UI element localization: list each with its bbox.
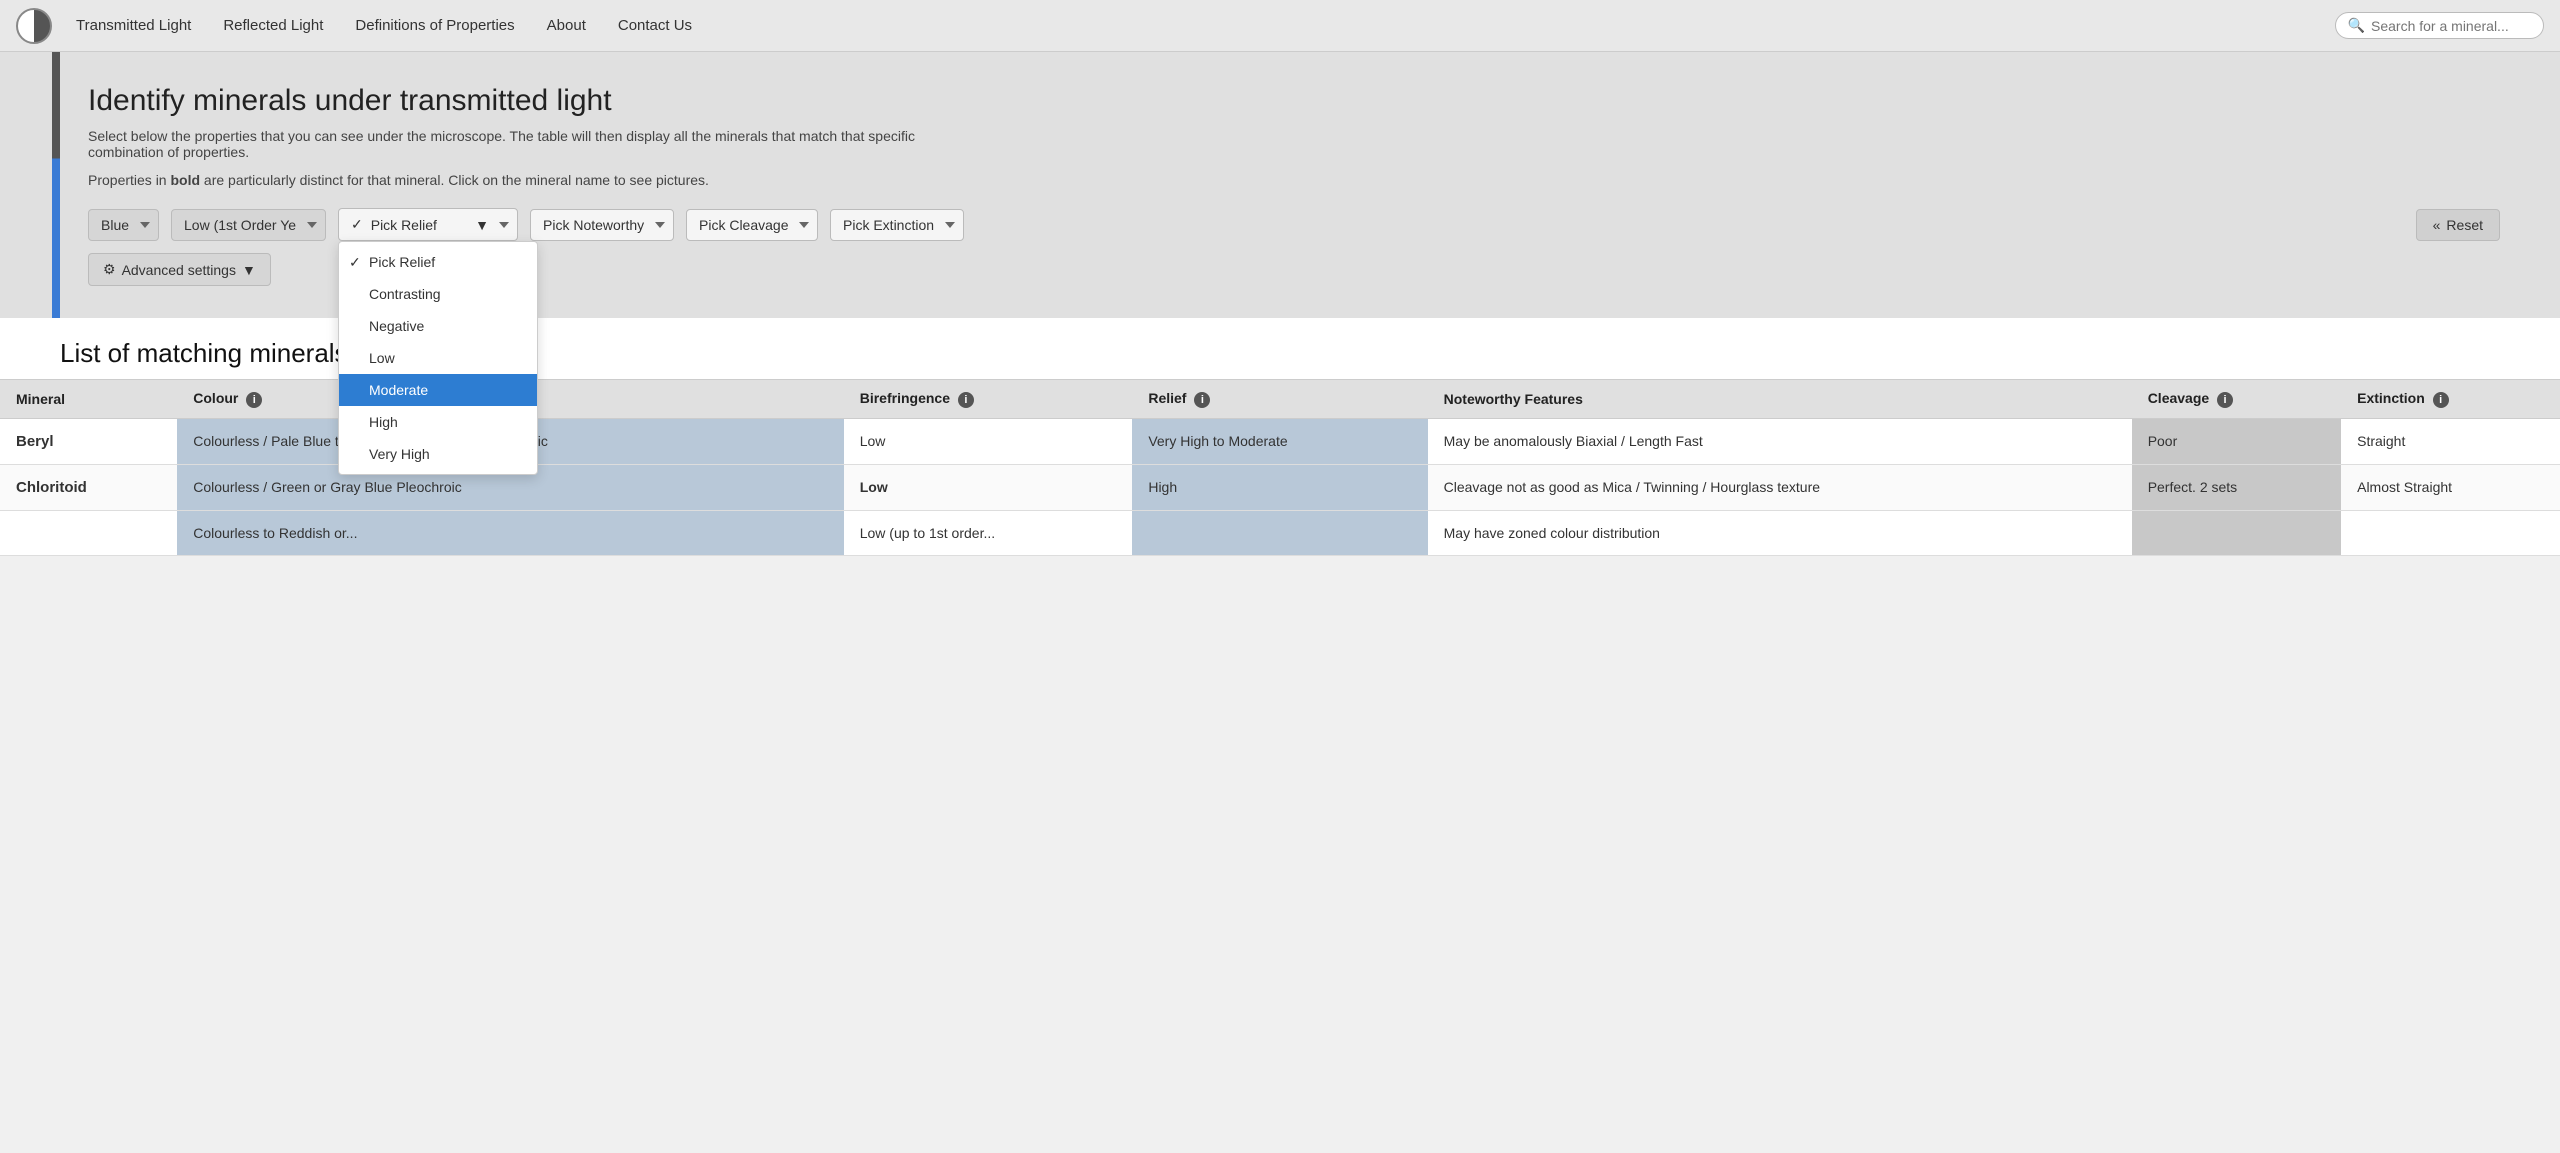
bold-note: Properties in bold are particularly dist… bbox=[88, 172, 988, 188]
nav-reflected-light[interactable]: Reflected Light bbox=[223, 17, 323, 34]
extinction-select[interactable]: Pick Extinction bbox=[830, 209, 964, 241]
partial-extinction bbox=[2341, 511, 2560, 556]
partial-colour: Colourless to Reddish or... bbox=[177, 511, 843, 556]
logo[interactable] bbox=[16, 8, 52, 44]
search-box[interactable]: 🔍 bbox=[2335, 12, 2544, 39]
mineral-partial[interactable] bbox=[0, 511, 177, 556]
partial-relief bbox=[1132, 511, 1427, 556]
relief-dropdown-menu: Pick Relief Contrasting Negative Low Mod… bbox=[338, 241, 538, 475]
search-input[interactable] bbox=[2371, 18, 2531, 34]
beryl-relief: Very High to Moderate bbox=[1132, 419, 1427, 465]
relief-option-very-high[interactable]: Very High bbox=[339, 438, 537, 470]
advanced-label: Advanced settings bbox=[122, 262, 236, 278]
mineral-beryl[interactable]: Beryl bbox=[0, 419, 177, 465]
beryl-birefringence: Low bbox=[844, 419, 1133, 465]
relief-select-button[interactable]: ✓ Pick Relief ▼ bbox=[338, 208, 518, 241]
chloritoid-cleavage: Perfect. 2 sets bbox=[2132, 465, 2341, 511]
partial-noteworthy: May have zoned colour distribution bbox=[1428, 511, 2132, 556]
relief-arrow: ▼ bbox=[475, 217, 489, 233]
partial-birefringence: Low (up to 1st order... bbox=[844, 511, 1133, 556]
col-extinction: Extinction i bbox=[2341, 380, 2560, 419]
filters-row: Blue Low (1st Order Ye Pick Relief ✓ Pic… bbox=[88, 208, 2500, 241]
accent-bar bbox=[52, 52, 60, 318]
nav-links: Transmitted Light Reflected Light Defini… bbox=[76, 17, 2335, 34]
hero-subtitle: Select below the properties that you can… bbox=[88, 128, 988, 160]
col-relief: Relief i bbox=[1132, 380, 1427, 419]
relief-option-moderate[interactable]: Moderate bbox=[339, 374, 537, 406]
col-cleavage: Cleavage i bbox=[2132, 380, 2341, 419]
advanced-settings-button[interactable]: ⚙ Advanced settings ▼ bbox=[88, 253, 271, 286]
advanced-arrow: ▼ bbox=[242, 262, 256, 278]
col-mineral: Mineral bbox=[0, 380, 177, 419]
chloritoid-relief: High bbox=[1132, 465, 1427, 511]
nav-contact[interactable]: Contact Us bbox=[618, 17, 692, 34]
relief-info-icon[interactable]: i bbox=[1194, 392, 1210, 408]
cleavage-info-icon[interactable]: i bbox=[2217, 392, 2233, 408]
hero-title: Identify minerals under transmitted ligh… bbox=[88, 84, 2500, 118]
relief-option-pick[interactable]: Pick Relief bbox=[339, 246, 537, 278]
relief-option-low[interactable]: Low bbox=[339, 342, 537, 374]
search-icon: 🔍 bbox=[2348, 17, 2365, 34]
col-birefringence: Birefringence i bbox=[844, 380, 1133, 419]
mineral-chloritoid[interactable]: Chloritoid bbox=[0, 465, 177, 511]
cleavage-select[interactable]: Pick Cleavage bbox=[686, 209, 818, 241]
birefringence-select[interactable]: Low (1st Order Ye bbox=[171, 209, 326, 241]
beryl-extinction: Straight bbox=[2341, 419, 2560, 465]
noteworthy-select[interactable]: Pick Noteworthy bbox=[530, 209, 674, 241]
extinction-info-icon[interactable]: i bbox=[2433, 392, 2449, 408]
birefringence-info-icon[interactable]: i bbox=[958, 392, 974, 408]
relief-option-high[interactable]: High bbox=[339, 406, 537, 438]
chloritoid-noteworthy: Cleavage not as good as Mica / Twinning … bbox=[1428, 465, 2132, 511]
reset-icon: « bbox=[2433, 217, 2441, 233]
relief-dropdown-container: Pick Relief ✓ Pick Relief ▼ Pick Relief … bbox=[338, 208, 518, 241]
reset-label: Reset bbox=[2446, 217, 2483, 233]
relief-option-negative[interactable]: Negative bbox=[339, 310, 537, 342]
beryl-noteworthy: May be anomalously Biaxial / Length Fast bbox=[1428, 419, 2132, 465]
nav-about[interactable]: About bbox=[547, 17, 586, 34]
relief-label: Pick Relief bbox=[371, 217, 437, 233]
col-noteworthy: Noteworthy Features bbox=[1428, 380, 2132, 419]
reset-button[interactable]: « Reset bbox=[2416, 209, 2500, 241]
beryl-cleavage: Poor bbox=[2132, 419, 2341, 465]
hero-section: Identify minerals under transmitted ligh… bbox=[0, 52, 2560, 318]
chloritoid-birefringence: Low bbox=[844, 465, 1133, 511]
navbar: Transmitted Light Reflected Light Defini… bbox=[0, 0, 2560, 52]
table-row: Colourless to Reddish or... Low (up to 1… bbox=[0, 511, 2560, 556]
nav-definitions[interactable]: Definitions of Properties bbox=[355, 17, 514, 34]
nav-transmitted-light[interactable]: Transmitted Light bbox=[76, 17, 191, 34]
partial-cleavage bbox=[2132, 511, 2341, 556]
chloritoid-extinction: Almost Straight bbox=[2341, 465, 2560, 511]
colour-select[interactable]: Blue bbox=[88, 209, 159, 241]
colour-info-icon[interactable]: i bbox=[246, 392, 262, 408]
relief-option-contrasting[interactable]: Contrasting bbox=[339, 278, 537, 310]
gear-icon: ⚙ bbox=[103, 261, 116, 278]
relief-checkmark: ✓ bbox=[351, 216, 363, 233]
